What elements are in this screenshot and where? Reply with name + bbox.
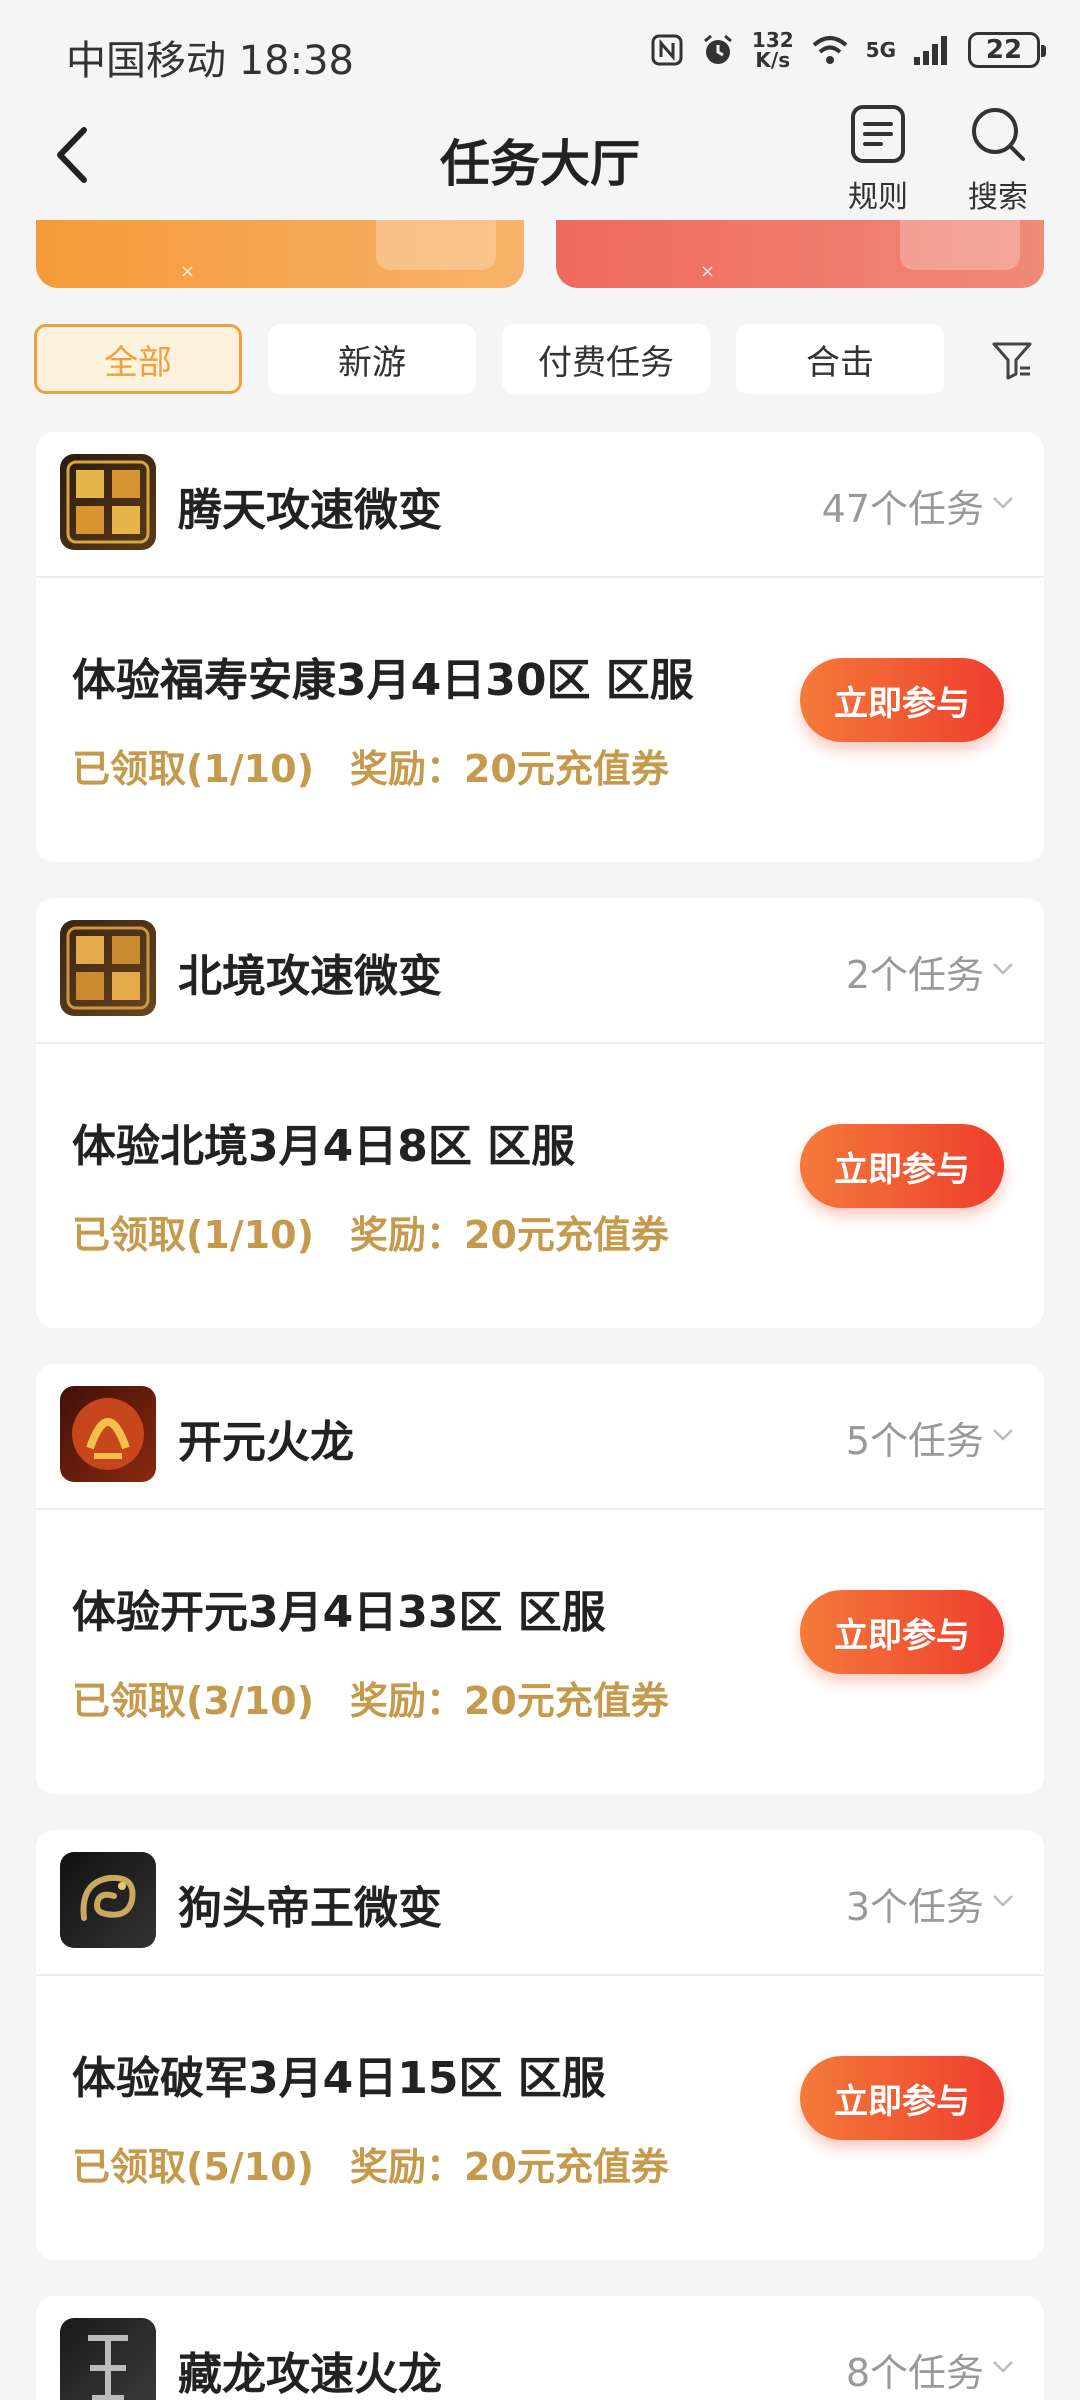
game-card: 狗头帝王微变 3个任务 体验破军3月4日15区 区服 已领取(5/10) 奖励：2…	[36, 1830, 1044, 2260]
game-card: 藏龙攻速火龙 8个任务	[36, 2296, 1044, 2400]
reward-text: 奖励：20元充值券	[349, 2145, 669, 2189]
join-button[interactable]: 立即参与	[800, 1590, 1004, 1674]
tab-paid-tasks[interactable]: 付费任务	[502, 324, 710, 394]
game-logo-icon	[72, 1398, 144, 1470]
game-avatar	[60, 920, 156, 1016]
chevron-down-icon	[993, 1429, 1013, 1441]
reward-text: 奖励：20元充值券	[349, 747, 669, 791]
rules-label: 规则	[848, 180, 908, 215]
carousel-dot-icon: ×	[180, 261, 196, 282]
search-icon	[972, 108, 1025, 161]
join-button[interactable]: 立即参与	[800, 1124, 1004, 1208]
network-type: 5G	[865, 38, 896, 62]
battery-indicator: 22	[968, 32, 1046, 68]
claimed-count: 已领取(5/10)	[72, 2145, 314, 2189]
game-logo-icon	[66, 926, 150, 1010]
join-button[interactable]: 立即参与	[800, 658, 1004, 742]
game-avatar	[60, 1386, 156, 1482]
rules-document-icon	[851, 105, 905, 163]
game-name: 藏龙攻速火龙	[178, 2349, 442, 2400]
join-button[interactable]: 立即参与	[800, 2056, 1004, 2140]
task-count: 2个任务	[845, 953, 984, 997]
reward-text: 奖励：20元充值券	[349, 1213, 669, 1257]
game-name: 开元火龙	[178, 1417, 354, 1468]
carousel-dot-icon: ×	[700, 261, 716, 282]
chevron-down-icon	[993, 963, 1013, 975]
task-title: 体验破军3月4日15区 区服	[72, 2053, 606, 2104]
signal-icon	[914, 36, 947, 65]
game-name: 狗头帝王微变	[178, 1883, 442, 1934]
game-card: 开元火龙 5个任务 体验开元3月4日33区 区服 已领取(3/10) 奖励：20元…	[36, 1364, 1044, 1794]
game-logo-icon	[66, 460, 150, 544]
chevron-down-icon	[993, 1895, 1013, 1907]
chevron-down-icon	[993, 497, 1013, 509]
banner-decoration	[376, 220, 496, 270]
nfc-icon	[651, 34, 683, 66]
status-icons: 132 K/s 5G 22	[650, 26, 1046, 74]
game-name: 北境攻速微变	[178, 951, 442, 1002]
search-label: 搜索	[968, 180, 1028, 215]
game-card-header[interactable]: 开元火龙 5个任务	[36, 1364, 1044, 1510]
task-meta: 已领取(1/10) 奖励：20元充值券	[72, 738, 669, 793]
carrier-time: 中国移动 18:38	[66, 38, 354, 84]
tab-combo[interactable]: 合击	[736, 324, 944, 394]
game-card-header[interactable]: 北境攻速微变 2个任务	[36, 898, 1044, 1044]
reward-text: 奖励：20元充值券	[349, 1679, 669, 1723]
game-card-header[interactable]: 藏龙攻速火龙 8个任务	[36, 2296, 1044, 2400]
claimed-count: 已领取(1/10)	[72, 1213, 314, 1257]
dragon-icon	[80, 1874, 136, 1921]
game-name: 腾天攻速微变	[178, 485, 442, 536]
promo-banner-right[interactable]: ×	[556, 220, 1044, 288]
alarm-icon	[703, 34, 732, 64]
task-count: 8个任务	[845, 2351, 984, 2395]
task-title: 体验北境3月4日8区 区服	[72, 1121, 576, 1172]
game-avatar	[60, 1852, 156, 1948]
task-meta: 已领取(3/10) 奖励：20元充值券	[72, 1670, 669, 1725]
task-count: 47个任务	[821, 487, 984, 531]
game-card-header[interactable]: 腾天攻速微变 47个任务	[36, 432, 1044, 578]
promo-banner-left[interactable]: ×	[36, 220, 524, 288]
search-button[interactable]: 搜索	[948, 104, 1048, 216]
task-count: 5个任务	[845, 1419, 984, 1463]
claimed-count: 已领取(1/10)	[72, 747, 314, 791]
claimed-count: 已领取(3/10)	[72, 1679, 314, 1723]
chevron-down-icon	[993, 2361, 1013, 2373]
task-count: 3个任务	[845, 1885, 984, 1929]
game-avatar	[60, 454, 156, 550]
task-title: 体验开元3月4日33区 区服	[72, 1587, 606, 1638]
game-card-header[interactable]: 狗头帝王微变 3个任务	[36, 1830, 1044, 1976]
task-meta: 已领取(1/10) 奖励：20元充值券	[72, 1204, 669, 1259]
task-title: 体验福寿安康3月4日30区 区服	[72, 655, 694, 706]
rules-button[interactable]: 规则	[828, 104, 928, 216]
tab-new-games[interactable]: 新游	[268, 324, 476, 394]
tab-all[interactable]: 全部	[34, 324, 242, 394]
banner-decoration	[900, 220, 1020, 270]
game-card: 北境攻速微变 2个任务 体验北境3月4日8区 区服 已领取(1/10) 奖励：20…	[36, 898, 1044, 1328]
wifi-icon	[812, 36, 847, 64]
task-meta: 已领取(5/10) 奖励：20元充值券	[72, 2136, 669, 2191]
filter-icon[interactable]	[990, 338, 1034, 382]
game-logo-icon	[88, 2335, 128, 2400]
game-avatar	[60, 2318, 156, 2400]
game-card: 腾天攻速微变 47个任务 体验福寿安康3月4日30区 区服 已领取(1/10) 奖…	[36, 432, 1044, 862]
network-speed: 132 K/s	[751, 28, 794, 72]
